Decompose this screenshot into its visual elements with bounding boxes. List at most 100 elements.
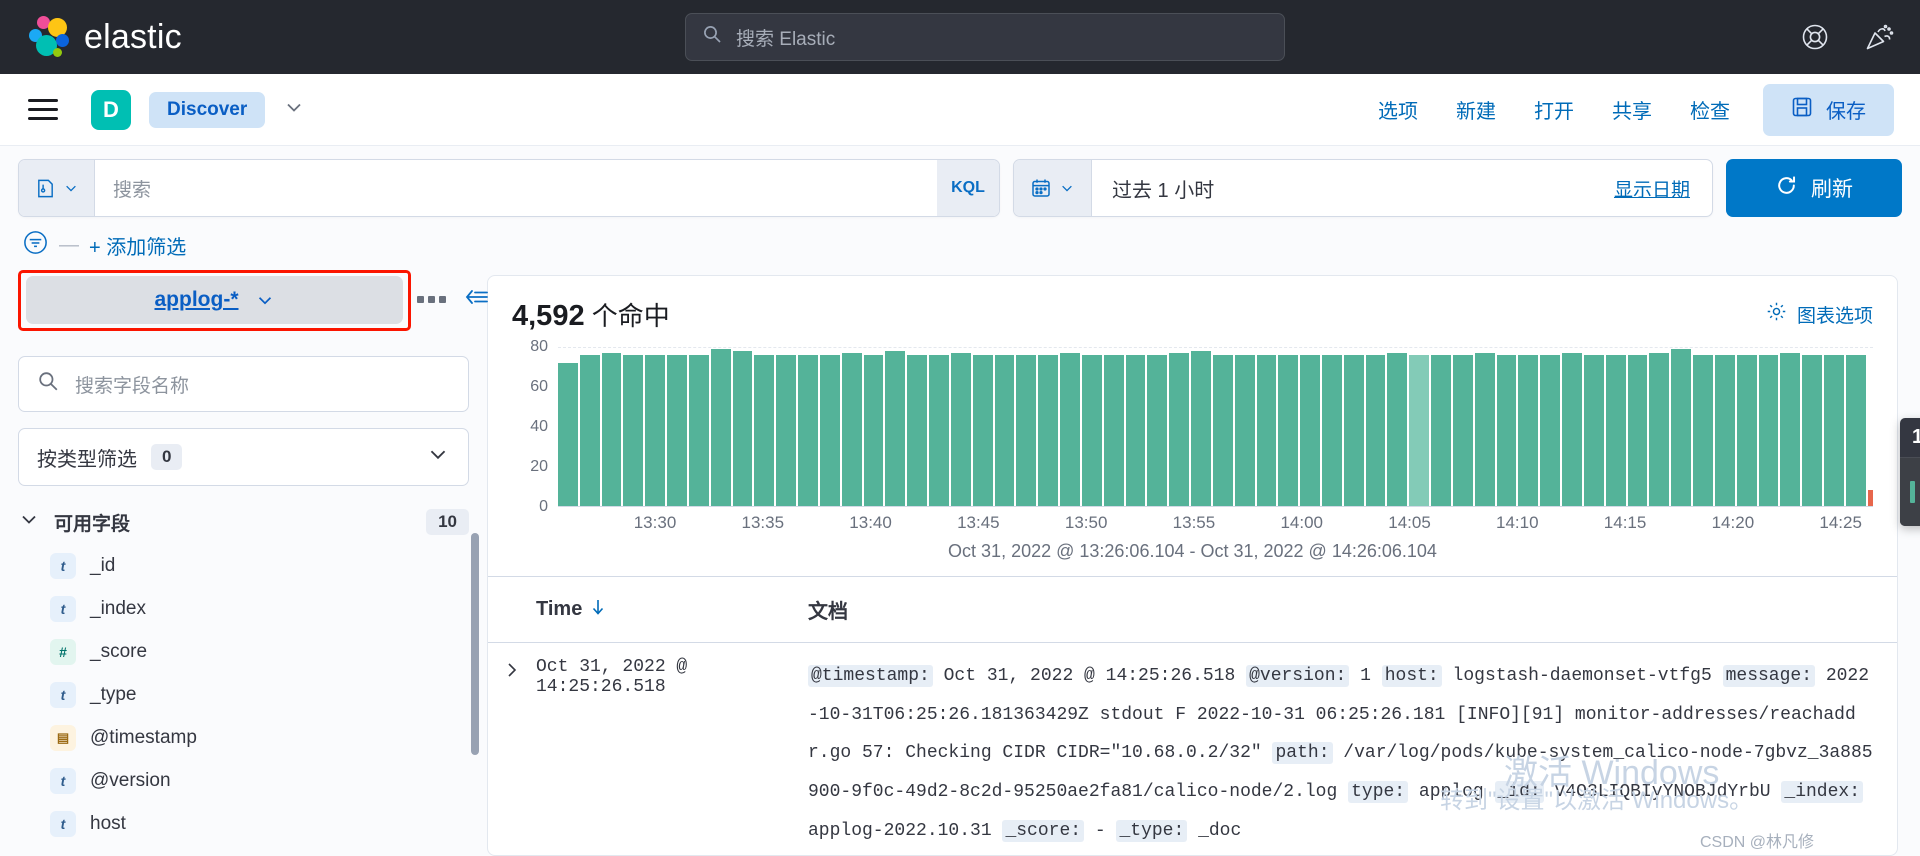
chart-bar[interactable] bbox=[776, 354, 797, 506]
refresh-button[interactable]: 刷新 bbox=[1726, 159, 1902, 217]
chart-bar[interactable] bbox=[1409, 354, 1430, 506]
sort-desc-icon[interactable] bbox=[590, 598, 606, 622]
chart-bar[interactable] bbox=[1562, 352, 1582, 506]
query-input[interactable]: 搜索 bbox=[95, 175, 937, 202]
chart-bar[interactable] bbox=[1736, 354, 1757, 506]
chart-bar[interactable] bbox=[1671, 349, 1692, 506]
chart-bar[interactable] bbox=[1605, 354, 1626, 506]
index-pattern-selector[interactable]: applog-* bbox=[26, 276, 403, 324]
filter-by-type-button[interactable]: 按类型筛选 0 bbox=[18, 428, 469, 486]
chart-bar[interactable] bbox=[1191, 350, 1211, 506]
expand-row-icon[interactable] bbox=[488, 657, 536, 850]
chart-bar[interactable] bbox=[1016, 354, 1037, 506]
chart-bar[interactable] bbox=[1103, 354, 1124, 506]
chart-bar[interactable] bbox=[1365, 354, 1386, 506]
chart-bar[interactable] bbox=[1125, 354, 1146, 506]
chart-bar[interactable] bbox=[907, 354, 928, 506]
chart-bar[interactable] bbox=[732, 350, 753, 506]
filter-options-icon[interactable] bbox=[22, 229, 49, 261]
list-item[interactable]: t @version bbox=[18, 759, 487, 802]
nav-link-options[interactable]: 选项 bbox=[1359, 95, 1437, 124]
chart-bar[interactable] bbox=[667, 354, 687, 506]
chart-bars[interactable] bbox=[558, 347, 1873, 506]
save-button[interactable]: 保存 bbox=[1763, 83, 1894, 136]
chart-bar[interactable] bbox=[1693, 354, 1713, 506]
chart-bar[interactable] bbox=[1060, 352, 1080, 506]
sidebar-scrollbar[interactable] bbox=[471, 533, 479, 755]
histogram-chart[interactable]: 80 60 40 20 0 13:30 13:35 13:40 13:45 13:50 1… bbox=[488, 333, 1920, 576]
chart-bar[interactable] bbox=[1518, 354, 1539, 506]
chart-bar[interactable] bbox=[1343, 354, 1364, 506]
chart-bar[interactable] bbox=[754, 354, 775, 506]
chart-bar[interactable] bbox=[1649, 352, 1670, 506]
chart-bar[interactable] bbox=[623, 354, 644, 506]
chart-bar[interactable] bbox=[710, 349, 731, 506]
chart-bar[interactable] bbox=[1431, 354, 1451, 506]
space-avatar[interactable]: D bbox=[91, 89, 131, 130]
global-search-input[interactable]: 搜索 Elastic bbox=[685, 13, 1285, 61]
chart-bar[interactable] bbox=[1300, 354, 1320, 506]
chart-bar[interactable] bbox=[1583, 354, 1604, 506]
add-filter-button[interactable]: + 添加筛选 bbox=[89, 231, 186, 260]
chart-bar[interactable] bbox=[1147, 354, 1168, 506]
chart-bar[interactable] bbox=[819, 354, 840, 506]
chart-bar[interactable] bbox=[863, 354, 884, 506]
chart-bar[interactable] bbox=[558, 362, 578, 506]
chart-bar[interactable] bbox=[1714, 354, 1735, 506]
show-dates-button[interactable]: 显示日期 bbox=[1592, 175, 1712, 202]
date-quick-select-button[interactable] bbox=[1014, 160, 1092, 216]
chart-bar[interactable] bbox=[1234, 354, 1255, 506]
chart-bar[interactable] bbox=[1256, 354, 1277, 506]
chart-bar[interactable] bbox=[1627, 354, 1648, 506]
nav-link-share[interactable]: 共享 bbox=[1593, 95, 1671, 124]
chart-bar[interactable] bbox=[1540, 354, 1561, 506]
query-language-button[interactable]: KQL bbox=[937, 160, 999, 216]
whats-new-party-icon[interactable] bbox=[1864, 22, 1894, 52]
available-fields-header[interactable]: 可用字段 10 bbox=[18, 508, 469, 536]
chart-bar[interactable] bbox=[1867, 490, 1873, 506]
chart-bar[interactable] bbox=[994, 354, 1015, 506]
chart-bar[interactable] bbox=[1278, 354, 1299, 506]
nav-link-inspect[interactable]: 检查 bbox=[1671, 95, 1749, 124]
chart-bar[interactable] bbox=[885, 350, 906, 506]
table-row[interactable]: Oct 31, 2022 @ 14:25:26.518 @timestamp: … bbox=[488, 643, 1897, 850]
chart-bar[interactable] bbox=[841, 352, 862, 506]
nav-link-open[interactable]: 打开 bbox=[1515, 95, 1593, 124]
list-item[interactable]: # _score bbox=[18, 630, 487, 673]
chart-bar[interactable] bbox=[645, 354, 666, 506]
chart-bar[interactable] bbox=[972, 354, 993, 506]
field-search-input[interactable]: 搜索字段名称 bbox=[18, 356, 469, 412]
chart-bar[interactable] bbox=[929, 354, 949, 506]
chart-bar[interactable] bbox=[1496, 354, 1517, 506]
chart-bar[interactable] bbox=[601, 352, 622, 506]
chart-bar[interactable] bbox=[1824, 354, 1844, 506]
chart-bar[interactable] bbox=[1452, 354, 1473, 506]
chart-bar[interactable] bbox=[1081, 354, 1102, 506]
list-item[interactable]: t host bbox=[18, 802, 487, 845]
saved-query-button[interactable] bbox=[19, 160, 95, 216]
chart-bar[interactable] bbox=[579, 354, 600, 506]
chart-bar[interactable] bbox=[1038, 354, 1059, 506]
chart-bar[interactable] bbox=[1387, 352, 1408, 506]
chart-plot-area[interactable] bbox=[558, 347, 1873, 507]
chart-bar[interactable] bbox=[1169, 352, 1190, 506]
list-item[interactable]: ▤ @timestamp bbox=[18, 716, 487, 759]
chart-bar[interactable] bbox=[1758, 354, 1779, 506]
list-item[interactable]: t _type bbox=[18, 673, 487, 716]
nav-link-new[interactable]: 新建 bbox=[1437, 95, 1515, 124]
chart-bar[interactable] bbox=[950, 352, 971, 506]
list-item[interactable]: t _index bbox=[18, 587, 487, 630]
chart-bar[interactable] bbox=[1212, 354, 1233, 506]
chart-bar[interactable] bbox=[688, 354, 709, 506]
field-list-options-icon[interactable] bbox=[417, 296, 446, 303]
elastic-brand[interactable]: elastic bbox=[28, 16, 182, 58]
collapse-sidebar-icon[interactable] bbox=[464, 286, 490, 313]
list-item[interactable]: t _id bbox=[18, 544, 487, 587]
breadcrumb-discover[interactable]: Discover bbox=[149, 91, 266, 128]
chart-bar[interactable] bbox=[1780, 352, 1801, 506]
chart-bar[interactable] bbox=[1474, 352, 1495, 506]
chart-bar[interactable] bbox=[1321, 354, 1342, 506]
menu-hamburger-icon[interactable] bbox=[28, 99, 58, 120]
chart-bar[interactable] bbox=[1802, 354, 1823, 506]
chart-bar[interactable] bbox=[798, 354, 818, 506]
